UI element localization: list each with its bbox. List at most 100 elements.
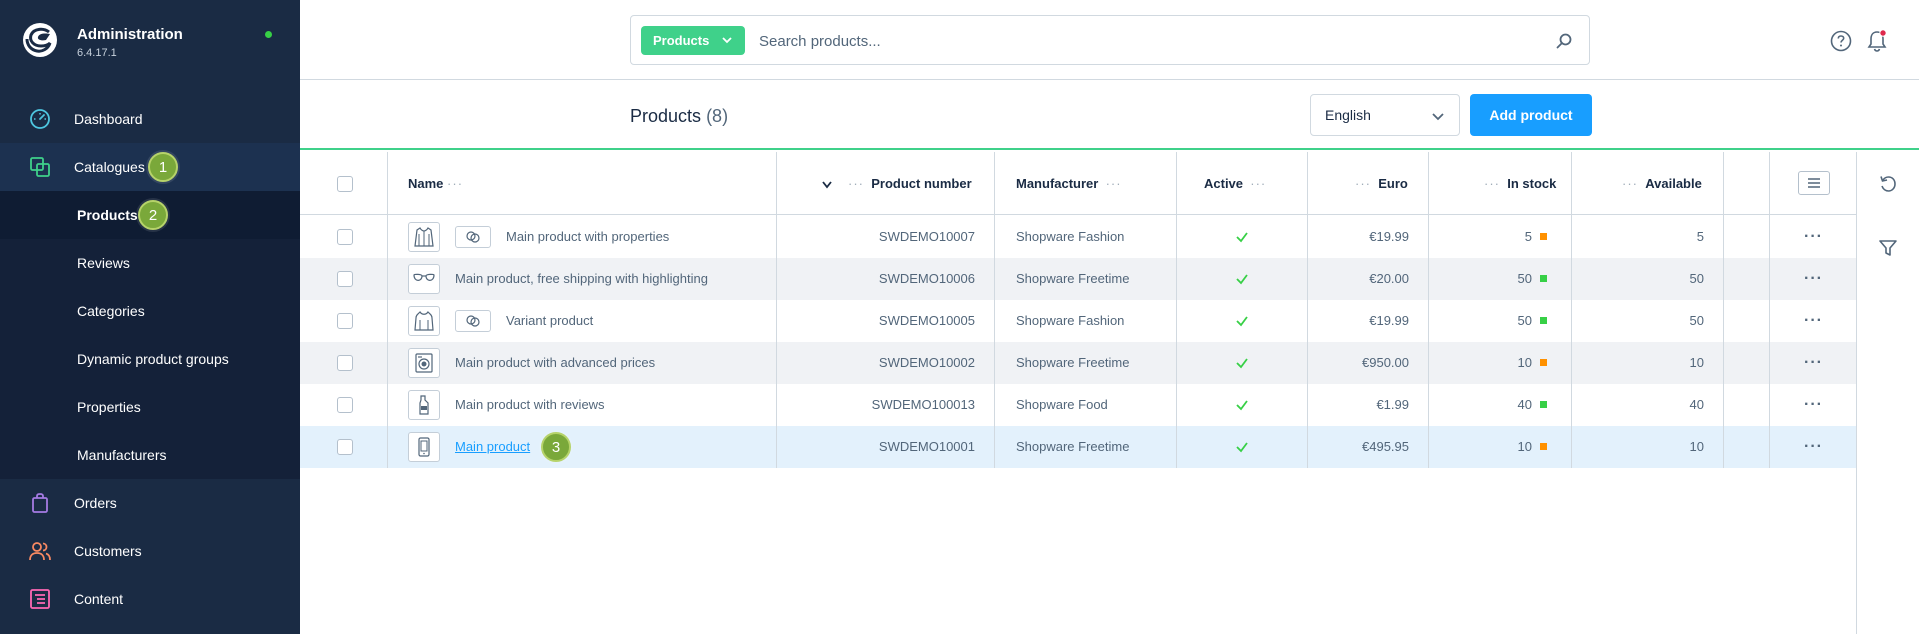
column-header-euro[interactable]: ··· Euro <box>1355 176 1408 191</box>
refresh-icon[interactable] <box>1878 174 1898 194</box>
search-type-dropdown[interactable]: Products <box>641 26 745 55</box>
sidebar-item-reviews[interactable]: Reviews <box>0 239 300 287</box>
stock-status-indicator <box>1540 401 1547 408</box>
product-name[interactable]: Main product, free shipping with highlig… <box>455 271 708 286</box>
help-icon[interactable] <box>1830 30 1852 52</box>
variant-badge[interactable] <box>455 310 491 332</box>
sidebar-item-orders[interactable]: Orders <box>0 479 300 527</box>
table-row[interactable]: Main product with advanced prices SWDEMO… <box>300 342 1856 384</box>
search-input[interactable] <box>759 28 1539 54</box>
product-name[interactable]: Main product with properties <box>506 229 669 244</box>
sort-chevron-down-icon[interactable] <box>821 180 833 190</box>
sidebar-item-catalogues[interactable]: Catalogues 1 <box>0 143 300 191</box>
sidebar: Administration 6.4.17.1 Dashboard Catalo… <box>0 0 300 634</box>
global-search: Products <box>630 15 1590 65</box>
sidebar-item-products[interactable]: Products 2 <box>0 191 300 239</box>
product-name[interactable]: Main product with advanced prices <box>455 355 655 370</box>
table-row[interactable]: Main product with reviews SWDEMO100013 S… <box>300 384 1856 426</box>
product-number: SWDEMO10002 <box>878 355 975 370</box>
column-options-icon[interactable]: ··· <box>1250 176 1266 191</box>
column-settings-button[interactable] <box>1798 171 1830 195</box>
table-row[interactable]: Main product with properties SWDEMO10007… <box>300 216 1856 258</box>
column-header-active[interactable]: Active ··· <box>1204 176 1266 191</box>
column-divider <box>1428 152 1429 468</box>
stock: 5 <box>1524 229 1532 244</box>
product-number: SWDEMO100013 <box>871 397 975 412</box>
row-checkbox[interactable] <box>337 271 353 287</box>
column-options-icon[interactable]: ··· <box>447 176 463 191</box>
sidebar-item-dynamic-product-groups[interactable]: Dynamic product groups <box>0 335 300 383</box>
language-value: English <box>1325 107 1371 123</box>
jacket-icon <box>414 227 434 247</box>
product-name-link[interactable]: Main product <box>455 439 530 454</box>
table-row[interactable]: Variant product SWDEMO10005 Shopware Fas… <box>300 300 1856 342</box>
row-checkbox[interactable] <box>337 397 353 413</box>
row-actions-icon[interactable]: ··· <box>1804 312 1823 330</box>
column-options-icon[interactable]: ··· <box>848 176 864 191</box>
column-header-manufacturer[interactable]: Manufacturer ··· <box>1016 176 1122 191</box>
table-row[interactable]: Main product, free shipping with highlig… <box>300 258 1856 300</box>
row-actions-icon[interactable]: ··· <box>1804 396 1823 414</box>
product-thumbnail[interactable] <box>408 306 440 336</box>
sidebar-item-dashboard[interactable]: Dashboard <box>0 95 300 143</box>
product-thumbnail[interactable] <box>408 264 440 294</box>
column-header-available[interactable]: ··· Available <box>1622 176 1702 191</box>
sidebar-item-properties[interactable]: Properties <box>0 383 300 431</box>
sidebar-item-label: Catalogues <box>74 159 145 175</box>
search-icon[interactable] <box>1555 32 1573 50</box>
available: 10 <box>1689 355 1704 370</box>
row-checkbox[interactable] <box>337 439 353 455</box>
table-header: Name ··· ··· Product number Manufacturer… <box>300 152 1856 215</box>
table-row[interactable]: Main product 3 SWDEMO10001 Shopware Free… <box>300 426 1856 468</box>
page-header: Products (8) English Add product <box>300 80 1919 150</box>
step-badge-3: 3 <box>541 432 571 462</box>
column-options-icon[interactable]: ··· <box>1106 176 1122 191</box>
row-checkbox[interactable] <box>337 313 353 329</box>
column-options-icon[interactable]: ··· <box>1484 176 1500 191</box>
app-title: Administration <box>77 26 183 43</box>
sidebar-item-content[interactable]: Content <box>0 575 300 623</box>
column-divider <box>387 152 388 468</box>
column-options-icon[interactable]: ··· <box>1355 176 1371 191</box>
stock-status-indicator <box>1540 275 1547 282</box>
add-product-button[interactable]: Add product <box>1470 94 1592 136</box>
notification-bell-icon[interactable] <box>1866 29 1888 53</box>
column-label: Name <box>408 176 444 191</box>
stock-status-indicator <box>1540 443 1547 450</box>
checkmark-icon <box>1236 232 1248 243</box>
row-checkbox[interactable] <box>337 229 353 245</box>
row-checkbox[interactable] <box>337 355 353 371</box>
product-count: (8) <box>706 106 729 126</box>
product-name[interactable]: Main product with reviews <box>455 397 605 412</box>
column-header-name[interactable]: Name ··· <box>408 176 463 191</box>
sidebar-item-customers[interactable]: Customers <box>0 527 300 575</box>
product-thumbnail[interactable] <box>408 432 440 462</box>
product-thumbnail[interactable] <box>408 222 440 252</box>
row-actions-icon[interactable]: ··· <box>1804 228 1823 246</box>
product-name[interactable]: Variant product <box>506 313 593 328</box>
column-divider <box>1571 152 1572 468</box>
variant-badge[interactable] <box>455 226 491 248</box>
row-actions-icon[interactable]: ··· <box>1804 270 1823 288</box>
manufacturer: Shopware Freetime <box>1016 355 1130 370</box>
stock: 10 <box>1517 355 1532 370</box>
column-header-product-number[interactable]: ··· Product number <box>848 176 972 191</box>
column-header-in-stock[interactable]: ··· In stock <box>1484 176 1556 191</box>
manufacturer: Shopware Fashion <box>1016 229 1125 244</box>
language-select[interactable]: English <box>1310 94 1460 136</box>
select-all-checkbox[interactable] <box>337 176 353 192</box>
shopware-logo-icon[interactable] <box>22 22 58 58</box>
sidebar-item-label: Reviews <box>77 255 130 271</box>
available: 10 <box>1689 439 1704 454</box>
product-thumbnail[interactable] <box>408 348 440 378</box>
sidebar-item-categories[interactable]: Categories <box>0 287 300 335</box>
checkmark-icon <box>1236 358 1248 369</box>
row-actions-icon[interactable]: ··· <box>1804 438 1823 456</box>
row-actions-icon[interactable]: ··· <box>1804 354 1823 372</box>
product-number: SWDEMO10005 <box>878 313 975 328</box>
sidebar-item-manufacturers[interactable]: Manufacturers <box>0 431 300 479</box>
column-options-icon[interactable]: ··· <box>1622 176 1638 191</box>
column-divider <box>1307 152 1308 468</box>
filter-funnel-icon[interactable] <box>1878 238 1898 258</box>
product-thumbnail[interactable] <box>408 390 440 420</box>
